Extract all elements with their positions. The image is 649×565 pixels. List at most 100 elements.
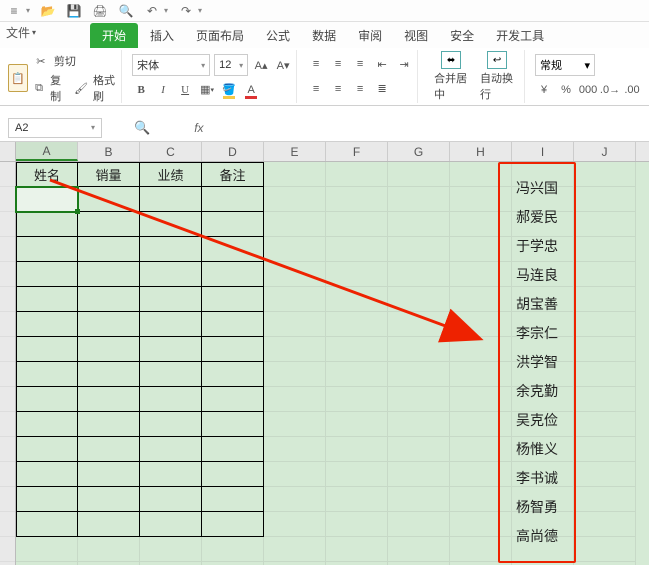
undo-icon[interactable]: ↶	[144, 3, 160, 19]
currency-icon[interactable]: ¥	[535, 81, 553, 99]
cell[interactable]	[264, 287, 326, 312]
border-button[interactable]: ▦▾	[198, 81, 216, 99]
cell[interactable]	[574, 487, 636, 512]
cell[interactable]	[264, 262, 326, 287]
cell[interactable]	[574, 337, 636, 362]
merge-center-button[interactable]: ⬌ 合并居中	[428, 49, 474, 104]
cell[interactable]: 姓名	[16, 162, 78, 187]
save-icon[interactable]: 💾	[66, 3, 82, 19]
cell[interactable]	[574, 287, 636, 312]
cell[interactable]	[16, 412, 78, 437]
cell[interactable]	[202, 462, 264, 487]
cell[interactable]	[16, 437, 78, 462]
cell[interactable]	[16, 312, 78, 337]
tab-1[interactable]: 插入	[140, 23, 184, 48]
cell[interactable]	[388, 537, 450, 562]
cell[interactable]	[202, 187, 264, 212]
cell[interactable]	[574, 212, 636, 237]
font-size-select[interactable]: 12▾	[214, 54, 248, 76]
font-name-select[interactable]: 宋体▾	[132, 54, 210, 76]
cell[interactable]	[388, 437, 450, 462]
cell[interactable]	[574, 362, 636, 387]
cell[interactable]	[78, 237, 140, 262]
fx-label[interactable]: fx	[194, 121, 203, 135]
cell[interactable]	[264, 437, 326, 462]
cell[interactable]	[202, 287, 264, 312]
cell[interactable]	[326, 187, 388, 212]
cell[interactable]	[264, 237, 326, 262]
cell[interactable]	[202, 337, 264, 362]
cell[interactable]	[574, 187, 636, 212]
cell[interactable]	[16, 262, 78, 287]
fill-color-button[interactable]: 🪣	[220, 81, 238, 99]
formula-input[interactable]	[212, 118, 649, 138]
cell[interactable]	[16, 362, 78, 387]
cell[interactable]	[326, 437, 388, 462]
col-header-C[interactable]: C	[140, 142, 202, 161]
col-header-B[interactable]: B	[78, 142, 140, 161]
cell[interactable]	[326, 362, 388, 387]
percent-icon[interactable]: %	[557, 81, 575, 99]
copy-button[interactable]: ⧉ 复制	[32, 72, 67, 104]
cell[interactable]	[264, 387, 326, 412]
cell[interactable]	[16, 337, 78, 362]
cell[interactable]	[202, 437, 264, 462]
cell[interactable]	[326, 487, 388, 512]
cell[interactable]	[78, 262, 140, 287]
align-center-icon[interactable]: ≡	[329, 80, 347, 98]
menu-icon[interactable]: ≡	[6, 3, 22, 19]
cell[interactable]	[326, 412, 388, 437]
cell[interactable]	[388, 262, 450, 287]
cell[interactable]	[16, 537, 78, 562]
cell[interactable]	[264, 462, 326, 487]
font-color-button[interactable]: A	[242, 81, 260, 99]
align-top-icon[interactable]: ≡	[307, 55, 325, 73]
cell[interactable]	[140, 287, 202, 312]
cell[interactable]	[78, 187, 140, 212]
redo-icon[interactable]: ↷	[178, 3, 194, 19]
cell[interactable]	[388, 337, 450, 362]
bold-button[interactable]: B	[132, 81, 150, 99]
cell[interactable]	[140, 262, 202, 287]
cell[interactable]	[202, 512, 264, 537]
name-box[interactable]: A2▾	[8, 118, 102, 138]
col-header-G[interactable]: G	[388, 142, 450, 161]
cell[interactable]	[202, 212, 264, 237]
cell[interactable]	[140, 387, 202, 412]
comma-icon[interactable]: 000	[579, 81, 597, 99]
cell[interactable]	[574, 387, 636, 412]
cell[interactable]	[140, 212, 202, 237]
cell[interactable]	[202, 412, 264, 437]
cell[interactable]	[264, 337, 326, 362]
cell[interactable]	[140, 462, 202, 487]
cell[interactable]	[574, 512, 636, 537]
cell[interactable]	[16, 462, 78, 487]
cell[interactable]	[326, 462, 388, 487]
cell[interactable]	[78, 437, 140, 462]
tab-7[interactable]: 安全	[440, 23, 484, 48]
align-bot-icon[interactable]: ≡	[351, 55, 369, 73]
cell[interactable]	[16, 287, 78, 312]
cell[interactable]	[264, 162, 326, 187]
cell[interactable]	[16, 237, 78, 262]
cell[interactable]	[326, 387, 388, 412]
col-header-D[interactable]: D	[202, 142, 264, 161]
cell[interactable]: 备注	[202, 162, 264, 187]
cell[interactable]	[140, 437, 202, 462]
cell[interactable]	[326, 162, 388, 187]
number-format-select[interactable]: 常规▾	[535, 54, 595, 76]
cell[interactable]	[140, 512, 202, 537]
cell[interactable]	[78, 287, 140, 312]
indent-inc-icon[interactable]: ⇥	[395, 55, 413, 73]
col-header-H[interactable]: H	[450, 142, 512, 161]
col-header-F[interactable]: F	[326, 142, 388, 161]
cell[interactable]	[140, 312, 202, 337]
lookup-icon[interactable]: 🔍	[134, 120, 150, 136]
cell[interactable]	[388, 412, 450, 437]
cell[interactable]	[574, 462, 636, 487]
cell[interactable]	[78, 537, 140, 562]
cell[interactable]	[264, 362, 326, 387]
cell[interactable]	[78, 337, 140, 362]
justify-icon[interactable]: ≣	[373, 80, 391, 98]
tab-0[interactable]: 开始	[90, 23, 138, 48]
